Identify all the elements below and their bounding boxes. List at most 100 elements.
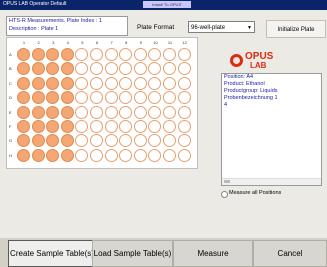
well-A6[interactable] [90, 48, 103, 61]
well-C12[interactable] [177, 76, 191, 90]
well-D10[interactable] [148, 91, 162, 105]
well-D5[interactable] [75, 91, 89, 105]
well-C6[interactable] [90, 76, 103, 90]
well-F10[interactable] [148, 120, 162, 133]
well-A8[interactable] [119, 48, 133, 61]
well-F8[interactable] [119, 120, 133, 133]
well-H3[interactable] [46, 148, 60, 162]
well-A1[interactable] [17, 48, 30, 61]
well-B2[interactable] [31, 62, 45, 76]
well-E4[interactable] [60, 105, 74, 119]
well-C2[interactable] [31, 76, 45, 90]
well-F6[interactable] [90, 120, 103, 133]
well-F1[interactable] [17, 120, 30, 133]
well-F12[interactable] [177, 120, 191, 133]
well-B12[interactable] [177, 62, 191, 76]
well-A12[interactable] [177, 48, 191, 61]
well-A7[interactable] [104, 48, 118, 61]
well-H10[interactable] [148, 148, 162, 162]
well-D7[interactable] [104, 91, 118, 105]
well-D3[interactable] [46, 91, 60, 105]
well-G4[interactable] [60, 134, 74, 148]
well-F4[interactable] [60, 120, 74, 133]
well-H6[interactable] [90, 148, 103, 162]
well-E3[interactable] [46, 105, 60, 119]
well-E8[interactable] [119, 105, 133, 119]
well-C11[interactable] [163, 76, 176, 90]
well-G10[interactable] [148, 134, 162, 148]
well-A4[interactable] [60, 48, 74, 61]
well-H1[interactable] [17, 148, 30, 162]
well-C7[interactable] [104, 76, 118, 90]
well-D6[interactable] [90, 91, 103, 105]
well-B7[interactable] [104, 62, 118, 76]
initialize-plate-button[interactable]: Initialize Plate [266, 20, 326, 38]
well-G3[interactable] [46, 134, 60, 148]
well-F3[interactable] [46, 120, 60, 133]
well-D2[interactable] [31, 91, 45, 105]
well-G11[interactable] [163, 134, 176, 148]
cancel-button[interactable]: Cancel [253, 240, 327, 267]
create-sample-table-button[interactable]: Create Sample Table(s) [8, 240, 96, 267]
well-G9[interactable] [133, 134, 147, 148]
well-H2[interactable] [31, 148, 45, 162]
well-H5[interactable] [75, 148, 89, 162]
well-A3[interactable] [46, 48, 60, 61]
well-B5[interactable] [75, 62, 89, 76]
well-B4[interactable] [60, 62, 74, 76]
well-C4[interactable] [60, 76, 74, 90]
well-C8[interactable] [119, 76, 133, 90]
well-B10[interactable] [148, 62, 162, 76]
well-C10[interactable] [148, 76, 162, 90]
well-A11[interactable] [163, 48, 176, 61]
well-E6[interactable] [90, 105, 103, 119]
well-E12[interactable] [177, 105, 191, 119]
well-D11[interactable] [163, 91, 176, 105]
well-D8[interactable] [119, 91, 133, 105]
well-E11[interactable] [163, 105, 176, 119]
well-E2[interactable] [31, 105, 45, 119]
well-H9[interactable] [133, 148, 147, 162]
well-E7[interactable] [104, 105, 118, 119]
well-F5[interactable] [75, 120, 89, 133]
well-F11[interactable] [163, 120, 176, 133]
well-C9[interactable] [133, 76, 147, 90]
well-C1[interactable] [17, 76, 30, 90]
well-D9[interactable] [133, 91, 147, 105]
well-B6[interactable] [90, 62, 103, 76]
well-A10[interactable] [148, 48, 162, 61]
well-A2[interactable] [31, 48, 45, 61]
measure-button[interactable]: Measure [173, 240, 253, 267]
well-F9[interactable] [133, 120, 147, 133]
well-G8[interactable] [119, 134, 133, 148]
well-E1[interactable] [17, 105, 30, 119]
well-G2[interactable] [31, 134, 45, 148]
well-B9[interactable] [133, 62, 147, 76]
well-G7[interactable] [104, 134, 118, 148]
well-H8[interactable] [119, 148, 133, 162]
well-G1[interactable] [17, 134, 30, 148]
well-B1[interactable] [17, 62, 30, 76]
well-A5[interactable] [75, 48, 89, 61]
well-A9[interactable] [133, 48, 147, 61]
well-H11[interactable] [163, 148, 176, 162]
well-D1[interactable] [17, 91, 30, 105]
well-E9[interactable] [133, 105, 147, 119]
well-G6[interactable] [90, 134, 103, 148]
well-D4[interactable] [60, 91, 74, 105]
well-H7[interactable] [104, 148, 118, 162]
well-B11[interactable] [163, 62, 176, 76]
well-B8[interactable] [119, 62, 133, 76]
scrollbar-thumb[interactable] [224, 180, 230, 183]
load-sample-table-button[interactable]: Load Sample Table(s) [92, 240, 173, 267]
measure-all-radio[interactable] [221, 191, 228, 198]
plate-format-select[interactable]: 96-well-plate ▼ [188, 21, 255, 33]
well-E5[interactable] [75, 105, 89, 119]
well-D12[interactable] [177, 91, 191, 105]
well-H12[interactable] [177, 148, 191, 162]
well-G5[interactable] [75, 134, 89, 148]
well-F2[interactable] [31, 120, 45, 133]
well-B3[interactable] [46, 62, 60, 76]
well-C3[interactable] [46, 76, 60, 90]
well-G12[interactable] [177, 134, 191, 148]
